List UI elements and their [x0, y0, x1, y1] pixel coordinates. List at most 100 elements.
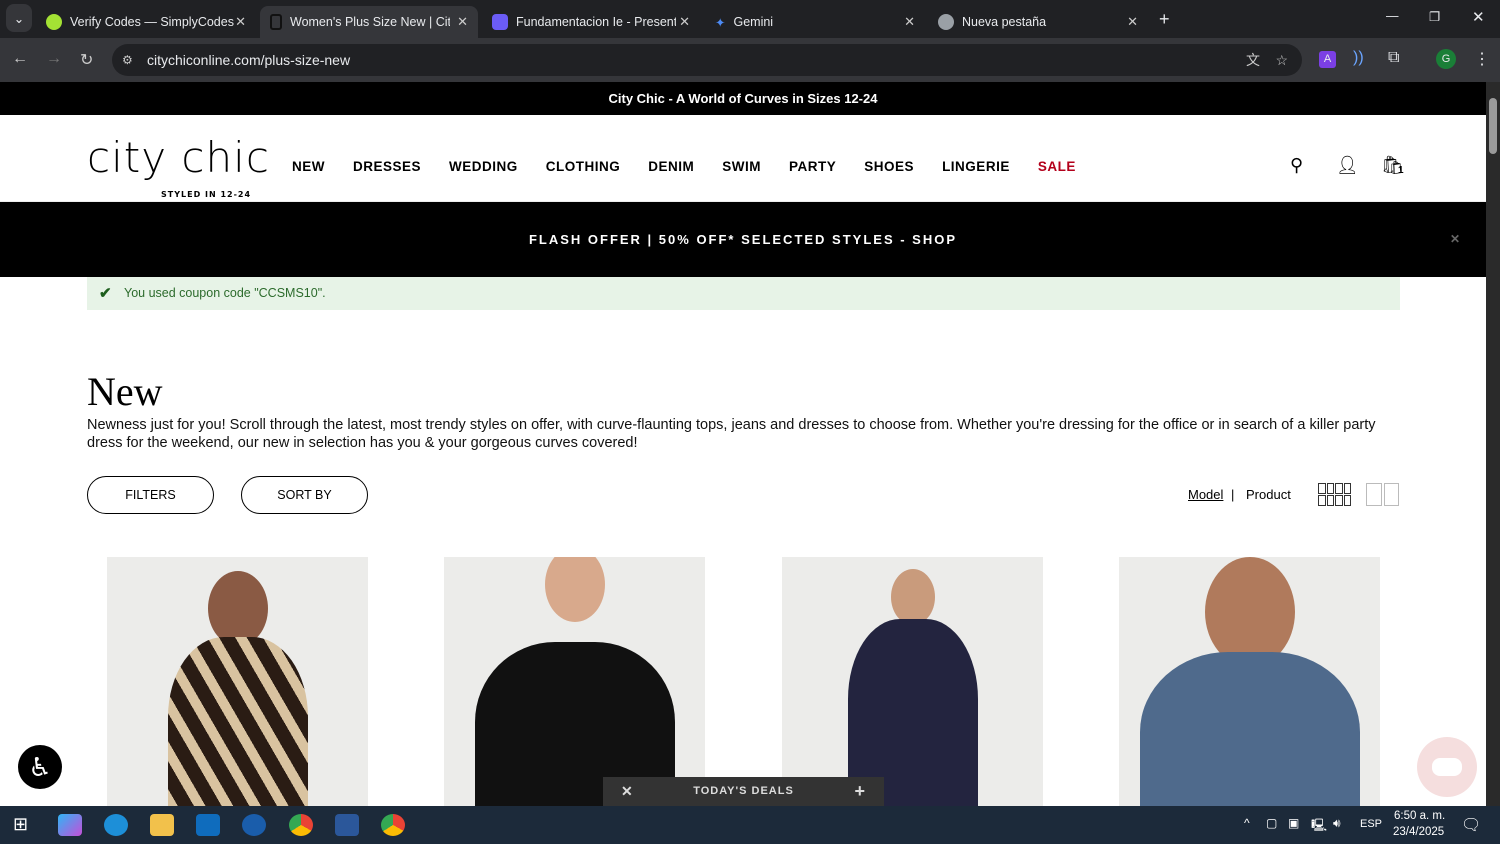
- tab-new-tab[interactable]: Nueva pestaña ✕: [928, 6, 1148, 38]
- address-toolbar: ← → ↻ ⚙ citychiconline.com/plus-size-new…: [0, 38, 1500, 82]
- notifications-icon[interactable]: 🗨︎: [1461, 815, 1481, 835]
- menu-wedding[interactable]: WEDDING: [449, 159, 518, 174]
- address-bar[interactable]: ⚙ citychiconline.com/plus-size-new 文 ☆: [112, 44, 1302, 76]
- account-icon[interactable]: 👤︎: [1336, 155, 1359, 176]
- view-separator: |: [1231, 487, 1235, 502]
- volume-icon[interactable]: 🔊︎: [1333, 816, 1341, 831]
- view-product-link[interactable]: Product: [1246, 487, 1291, 502]
- tray-chevron-icon[interactable]: ^: [1244, 816, 1250, 830]
- accessibility-button[interactable]: ♿︎: [18, 745, 62, 789]
- menu-denim[interactable]: DENIM: [648, 159, 694, 174]
- clock-date[interactable]: 23/4/2025: [1393, 826, 1444, 838]
- translate-icon[interactable]: 文: [1246, 50, 1260, 70]
- gemini-icon: ✦: [715, 15, 726, 30]
- menu-clothing[interactable]: CLOTHING: [546, 159, 621, 174]
- cart-count: 1: [1398, 165, 1404, 176]
- expand-plus-icon[interactable]: +: [854, 777, 866, 806]
- sort-by-button[interactable]: SORT BY: [241, 476, 368, 514]
- check-icon: ✔: [99, 285, 112, 302]
- page-title: New: [87, 369, 163, 414]
- browser-tab-bar: ⌄ Verify Codes — SimplyCodes ✕ Women's Pl…: [0, 0, 1500, 38]
- product-image[interactable]: [782, 557, 1043, 807]
- windows-start-icon[interactable]: ⊞: [13, 814, 28, 835]
- tab-fundamentacion[interactable]: Fundamentacion Ie - Presentati ✕: [482, 6, 700, 38]
- restore-icon[interactable]: ❐: [1429, 9, 1440, 24]
- close-tab-icon[interactable]: ✕: [235, 14, 246, 30]
- model-dress: [167, 637, 308, 807]
- close-tab-icon[interactable]: ✕: [1127, 14, 1138, 30]
- tab-verify-codes[interactable]: Verify Codes — SimplyCodes ✕: [36, 6, 256, 38]
- menu-shoes[interactable]: SHOES: [864, 159, 914, 174]
- windows-taskbar: ⊞ ^ ▢ ▣ 🖳︎ 🔊︎ ESP 6:50 a. m. 23/4/2025 🗨…: [0, 806, 1500, 844]
- menu-dresses[interactable]: DRESSES: [353, 159, 421, 174]
- main-menu: NEW DRESSES WEDDING CLOTHING DENIM SWIM …: [292, 159, 1076, 174]
- clock-time[interactable]: 6:50 a. m.: [1394, 810, 1445, 822]
- logo[interactable]: city chic STYLED IN 12-24: [87, 137, 270, 200]
- search-icon[interactable]: ⚲: [1290, 155, 1303, 176]
- menu-new[interactable]: NEW: [292, 159, 325, 174]
- filters-button[interactable]: FILTERS: [87, 476, 214, 514]
- page-description: Newness just for you! Scroll through the…: [87, 417, 1376, 451]
- model-head: [1204, 557, 1295, 667]
- page-scrollbar[interactable]: [1486, 82, 1500, 806]
- menu-swim[interactable]: SWIM: [722, 159, 761, 174]
- chrome-profile-taskbar-icon[interactable]: [381, 814, 405, 836]
- tab-gemini[interactable]: ✦ Gemini ✕: [705, 6, 925, 38]
- grid-2-view-icon[interactable]: [1366, 483, 1399, 506]
- simplycodes-icon: [46, 14, 62, 30]
- network-icon[interactable]: 🖳︎: [1311, 816, 1327, 837]
- product-image[interactable]: [107, 557, 368, 807]
- close-window-icon[interactable]: ✕: [1472, 8, 1485, 26]
- close-tab-icon[interactable]: ✕: [904, 14, 915, 30]
- forward-icon[interactable]: →: [46, 50, 62, 68]
- security-icon[interactable]: ▣: [1288, 816, 1299, 830]
- menu-lingerie[interactable]: LINGERIE: [942, 159, 1010, 174]
- coupon-message: ✔ You used coupon code "CCSMS10".: [87, 277, 1400, 310]
- scrollbar-thumb[interactable]: [1489, 98, 1497, 154]
- promo-bar: City Chic - A World of Curves in Sizes 1…: [0, 82, 1486, 115]
- copilot-icon[interactable]: [58, 814, 82, 836]
- model-top: [1139, 652, 1360, 807]
- todays-deals-bar[interactable]: ✕ TODAY'S DEALS +: [603, 777, 884, 806]
- app-1w-icon[interactable]: [242, 814, 266, 836]
- extension-audio-icon[interactable]: )): [1353, 49, 1364, 67]
- menu-party[interactable]: PARTY: [789, 159, 836, 174]
- product-image[interactable]: [1119, 557, 1380, 807]
- edge-icon[interactable]: [104, 814, 128, 836]
- presentation-icon: [492, 14, 508, 30]
- chat-bubble-icon: [1432, 758, 1462, 776]
- profile-avatar[interactable]: G: [1436, 49, 1456, 69]
- file-explorer-icon[interactable]: [150, 814, 174, 836]
- model-head: [544, 557, 605, 622]
- tab-search-button[interactable]: ⌄: [6, 4, 32, 32]
- menu-sale[interactable]: SALE: [1038, 159, 1076, 174]
- reload-icon[interactable]: ↻: [80, 50, 93, 70]
- menu-kebab-icon[interactable]: ⋮: [1474, 49, 1490, 69]
- bookmark-star-icon[interactable]: ☆: [1275, 52, 1288, 69]
- view-model-link[interactable]: Model: [1188, 487, 1223, 502]
- tab-city-chic[interactable]: Women's Plus Size New | City C✕: [260, 6, 478, 38]
- close-tab-icon[interactable]: ✕: [679, 14, 690, 30]
- back-icon[interactable]: ←: [12, 50, 28, 68]
- close-icon[interactable]: ✕: [1450, 202, 1462, 277]
- extension-a-icon[interactable]: A: [1319, 51, 1336, 68]
- chrome-icon: [938, 14, 954, 30]
- citychic-icon: [270, 14, 282, 30]
- outlook-icon[interactable]: [196, 814, 220, 836]
- product-image[interactable]: [444, 557, 705, 807]
- new-tab-icon[interactable]: +: [1159, 9, 1170, 30]
- chrome-taskbar-icon[interactable]: [289, 814, 313, 836]
- meet-icon[interactable]: ▢: [1266, 816, 1277, 830]
- extensions-puzzle-icon[interactable]: ⧉: [1388, 49, 1399, 67]
- model-head: [207, 571, 268, 646]
- close-tab-icon[interactable]: ✕: [457, 14, 468, 30]
- language-indicator[interactable]: ESP: [1360, 818, 1382, 830]
- flash-offer-banner[interactable]: FLASH OFFER | 50% OFF* SELECTED STYLES -…: [0, 202, 1486, 277]
- minimize-icon[interactable]: —: [1386, 9, 1399, 23]
- chat-button[interactable]: [1417, 737, 1477, 797]
- close-icon[interactable]: ✕: [621, 777, 634, 806]
- site-info-icon[interactable]: ⚙: [122, 53, 133, 67]
- model-head: [890, 569, 935, 625]
- word-icon[interactable]: [335, 814, 359, 836]
- grid-4-view-icon[interactable]: [1318, 483, 1351, 506]
